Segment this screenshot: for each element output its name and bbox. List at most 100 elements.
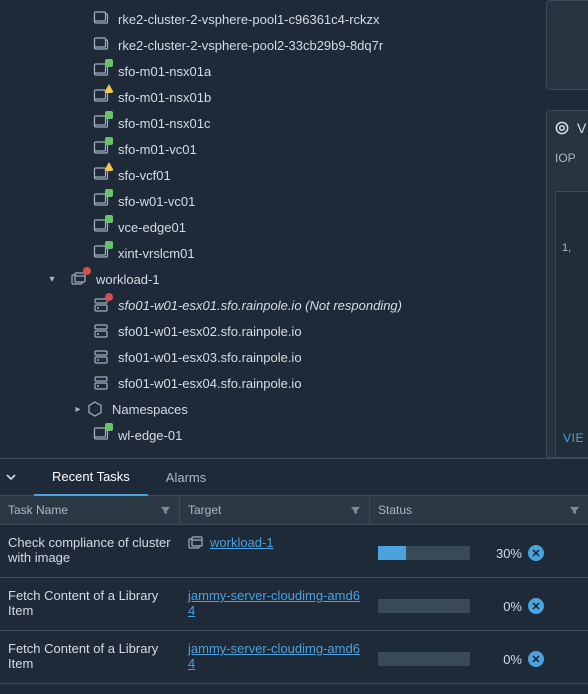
tree-label: rke2-cluster-2-vsphere-pool2-33cb29b9-8d… [118, 38, 383, 53]
right-side-cards: V IOP 1, VIE [546, 0, 588, 458]
tree-item-host[interactable]: sfo01-w01-esx03.sfo.rainpole.io [0, 344, 530, 370]
cancel-task-icon[interactable]: ✕ [528, 598, 544, 614]
cluster-icon [70, 270, 88, 288]
host-icon [92, 296, 110, 314]
vm-icon [92, 36, 110, 54]
target-link[interactable]: jammy-server-cloudimg-amd64 [188, 588, 362, 618]
vm-icon [92, 244, 110, 262]
namespace-icon [86, 400, 104, 418]
status-running-badge [105, 423, 113, 431]
vm-icon [92, 62, 110, 80]
tasks-header-row: Task Name Target Status [0, 496, 588, 525]
host-icon [92, 322, 110, 340]
target-link[interactable]: workload-1 [210, 535, 274, 550]
tree-label: sfo01-w01-esx01.sfo.rainpole.io (Not res… [118, 298, 402, 313]
cancel-task-icon[interactable]: ✕ [528, 545, 544, 561]
host-icon [92, 374, 110, 392]
performance-chart: 1, [555, 191, 588, 458]
tab-label: Alarms [166, 470, 206, 485]
task-name-cell: Check compliance of cluster with image [0, 525, 180, 577]
tree-item-vm[interactable]: sfo-w01-vc01 [0, 188, 530, 214]
tree-item-namespaces[interactable]: ▸ Namespaces [0, 396, 530, 422]
tree-label: workload-1 [96, 272, 160, 287]
tree-label: sfo01-w01-esx04.sfo.rainpole.io [118, 376, 302, 391]
filter-icon[interactable] [569, 505, 580, 516]
chart-tick-label: 1, [562, 242, 571, 254]
progress-bar [378, 652, 470, 666]
tree-label: sfo-m01-nsx01a [118, 64, 211, 79]
tab-recent-tasks[interactable]: Recent Tasks [34, 458, 148, 496]
tree-label: sfo-w01-vc01 [118, 194, 195, 209]
vm-icon [92, 114, 110, 132]
iops-label: IOP [547, 137, 588, 165]
status-running-badge [105, 111, 113, 119]
filter-icon[interactable] [350, 505, 361, 516]
collapse-panel-icon[interactable] [4, 470, 34, 484]
tree-item-vm[interactable]: sfo-m01-nsx01a [0, 58, 530, 84]
task-row[interactable]: Fetch Content of a Library Item jammy-se… [0, 578, 588, 631]
tree-label: sfo01-w01-esx03.sfo.rainpole.io [118, 350, 302, 365]
right-card-performance: V IOP 1, VIE [546, 110, 588, 458]
target-link[interactable]: jammy-server-cloudimg-amd64 [188, 641, 362, 671]
card-title-fragment: V [577, 120, 586, 136]
tree-item-vm[interactable]: rke2-cluster-2-vsphere-pool1-c96361c4-rc… [0, 6, 530, 32]
tree-item-vm[interactable]: vce-edge01 [0, 214, 530, 240]
tabs-bar: Recent Tasks Alarms [0, 459, 588, 496]
vm-icon [92, 88, 110, 106]
progress-bar [378, 599, 470, 613]
vm-icon [92, 140, 110, 158]
tree-item-vm[interactable]: wl-edge-01 [0, 422, 530, 448]
task-name-cell: Fetch Content of a Library Item [0, 631, 180, 683]
filter-icon[interactable] [160, 505, 171, 516]
vm-icon [92, 10, 110, 28]
status-alert-badge [83, 267, 91, 275]
gear-icon [553, 119, 571, 137]
tree-label: Namespaces [112, 402, 188, 417]
host-icon [92, 348, 110, 366]
task-row[interactable]: Fetch Content of a Library Item jammy-se… [0, 631, 588, 684]
tree-label: sfo-m01-nsx01b [118, 90, 211, 105]
cancel-task-icon[interactable]: ✕ [528, 651, 544, 667]
col-header-target[interactable]: Target [180, 496, 370, 524]
tree-item-host[interactable]: sfo01-w01-esx04.sfo.rainpole.io [0, 370, 530, 396]
tree-label: sfo-vcf01 [118, 168, 171, 183]
tree-label: sfo-m01-nsx01c [118, 116, 210, 131]
tree-item-vm[interactable]: sfo-m01-vc01 [0, 136, 530, 162]
vm-icon [92, 218, 110, 236]
tree-item-vm[interactable]: rke2-cluster-2-vsphere-pool2-33cb29b9-8d… [0, 32, 530, 58]
chevron-right-icon[interactable]: ▸ [70, 404, 86, 415]
vm-icon [92, 192, 110, 210]
inventory-tree: rke2-cluster-2-vsphere-pool1-c96361c4-rc… [0, 0, 530, 458]
status-running-badge [105, 137, 113, 145]
task-row[interactable]: Check compliance of cluster with image w… [0, 525, 588, 578]
status-running-badge [105, 241, 113, 249]
progress-bar [378, 546, 470, 560]
status-alert-badge [105, 293, 113, 301]
progress-percent: 30% [482, 546, 522, 561]
status-running-badge [105, 59, 113, 67]
view-details-link[interactable]: VIE [559, 425, 588, 451]
col-header-status[interactable]: Status [370, 496, 588, 524]
progress-percent: 0% [482, 599, 522, 614]
tree-item-host[interactable]: sfo01-w01-esx02.sfo.rainpole.io [0, 318, 530, 344]
tree-label: xint-vrslcm01 [118, 246, 195, 261]
vm-icon [92, 426, 110, 444]
cluster-icon [188, 535, 204, 551]
task-name-cell: Fetch Content of a Library Item [0, 578, 180, 630]
col-header-task-name[interactable]: Task Name [0, 496, 180, 524]
tree-label: wl-edge-01 [118, 428, 182, 443]
tree-item-vm[interactable]: sfo-m01-nsx01c [0, 110, 530, 136]
tree-item-vm[interactable]: sfo-m01-nsx01b [0, 84, 530, 110]
tree-item-host[interactable]: sfo01-w01-esx01.sfo.rainpole.io (Not res… [0, 292, 530, 318]
tree-item-cluster[interactable]: ▾ workload-1 [0, 266, 530, 292]
right-card-top [546, 0, 588, 90]
chevron-down-icon[interactable]: ▾ [44, 274, 60, 285]
tree-item-vm[interactable]: sfo-vcf01 [0, 162, 530, 188]
tree-label: vce-edge01 [118, 220, 186, 235]
vm-icon [92, 166, 110, 184]
tree-item-vm[interactable]: xint-vrslcm01 [0, 240, 530, 266]
status-running-badge [105, 189, 113, 197]
tab-label: Recent Tasks [52, 469, 130, 484]
tree-label: sfo01-w01-esx02.sfo.rainpole.io [118, 324, 302, 339]
tab-alarms[interactable]: Alarms [148, 459, 224, 495]
